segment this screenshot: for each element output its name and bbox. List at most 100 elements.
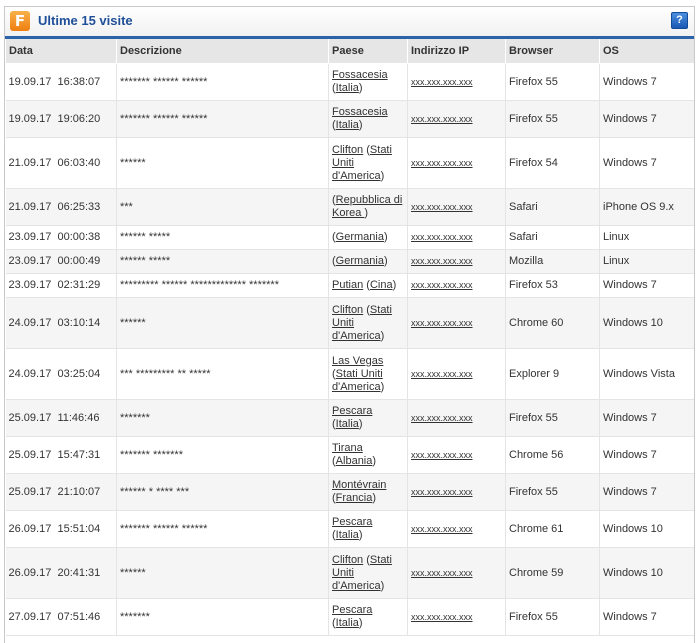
ip-cell: xxx.xxx.xxx.xxx: [407, 473, 506, 511]
country-cell: Tirana (Albania): [328, 436, 408, 474]
column-header-os[interactable]: OS: [599, 39, 694, 64]
os-cell: iPhone OS 9.x: [599, 188, 694, 226]
visit-date: 25.09.17: [8, 448, 52, 461]
visit-date: 26.09.17: [8, 566, 52, 579]
date-cell: 24.09.17 03:25:04: [5, 348, 117, 400]
city-link[interactable]: Clifton: [332, 144, 363, 156]
country-link[interactable]: Stati Uniti d'America: [332, 368, 383, 393]
city-link[interactable]: Clifton: [332, 304, 363, 316]
table-row: 19.09.17 19:06:20 ******* ****** ****** Fo…: [5, 100, 694, 138]
column-header-country[interactable]: Paese: [328, 39, 408, 64]
ip-link[interactable]: xxx.xxx.xxx.xxx: [411, 612, 473, 622]
ip-link[interactable]: xxx.xxx.xxx.xxx: [411, 318, 473, 328]
date-cell: 25.09.17 15:47:31: [5, 436, 117, 474]
country-link[interactable]: Germania: [336, 255, 384, 267]
date-cell: 21.09.17 06:25:33: [5, 188, 117, 226]
ip-link[interactable]: xxx.xxx.xxx.xxx: [411, 369, 473, 379]
ip-link[interactable]: xxx.xxx.xxx.xxx: [411, 232, 473, 242]
panel-header: F Ultime 15 visite ?: [5, 7, 694, 39]
ip-link[interactable]: xxx.xxx.xxx.xxx: [411, 77, 473, 87]
column-header-ip[interactable]: Indirizzo IP: [407, 39, 506, 64]
visit-time: 03:25:04: [57, 367, 101, 380]
paren-close: ): [380, 329, 385, 342]
help-icon[interactable]: ?: [671, 12, 688, 29]
os-cell: Windows 7: [599, 473, 694, 511]
ip-cell: xxx.xxx.xxx.xxx: [407, 63, 506, 101]
paren-close: ): [380, 169, 385, 182]
browser-cell: Firefox 55: [505, 100, 600, 138]
city-link[interactable]: Tirana: [332, 442, 363, 454]
country-link[interactable]: Cina: [370, 279, 393, 291]
city-link[interactable]: Clifton: [332, 554, 363, 566]
visit-time: 19:06:20: [57, 112, 101, 125]
ip-cell: xxx.xxx.xxx.xxx: [407, 273, 506, 298]
country-cell: Clifton (Stati Uniti d'America): [328, 297, 408, 349]
date-cell: 25.09.17 11:46:46: [5, 399, 117, 437]
visit-date: 27.09.17: [8, 610, 52, 623]
table-row: 27.09.17 07:51:46 ******* Pescara (Italia)…: [5, 598, 694, 636]
city-link[interactable]: Pescara: [332, 604, 372, 616]
os-cell: Windows 10: [599, 547, 694, 599]
table-body: 19.09.17 16:38:07 ******* ****** ****** Fo…: [5, 63, 694, 636]
column-header-browser[interactable]: Browser: [505, 39, 600, 64]
ip-link[interactable]: xxx.xxx.xxx.xxx: [411, 256, 473, 266]
description-cell: ****** *****: [116, 225, 329, 250]
browser-cell: Firefox 53: [505, 273, 600, 298]
visit-time: 11:46:46: [57, 411, 100, 424]
table-row: 21.09.17 06:03:40 ****** Clifton (Stati Un…: [5, 137, 694, 189]
city-link[interactable]: Montévrain: [332, 479, 386, 491]
city-link[interactable]: Fossacesia: [332, 106, 388, 118]
table-row: 24.09.17 03:10:14 ****** Clifton (Stati Un…: [5, 297, 694, 349]
os-cell: Windows 7: [599, 598, 694, 636]
ip-link[interactable]: xxx.xxx.xxx.xxx: [411, 568, 473, 578]
country-link[interactable]: Italia: [336, 119, 359, 131]
country-link[interactable]: Germania: [336, 231, 384, 243]
country-cell: Fossacesia (Italia): [328, 63, 408, 101]
country-link[interactable]: Italia: [336, 418, 359, 430]
visit-date: 23.09.17: [8, 231, 52, 243]
ip-link[interactable]: xxx.xxx.xxx.xxx: [411, 158, 473, 168]
browser-cell: Safari: [505, 188, 600, 226]
city-link[interactable]: Pescara: [332, 405, 372, 417]
description-cell: ******: [116, 547, 329, 599]
table-row: 26.09.17 15:51:04 ******* ****** ****** Pe…: [5, 510, 694, 548]
visit-time: 00:00:38: [57, 231, 101, 243]
city-link[interactable]: Putian: [332, 279, 363, 291]
ip-link[interactable]: xxx.xxx.xxx.xxx: [411, 202, 473, 212]
country-link[interactable]: Italia: [336, 82, 359, 94]
country-link[interactable]: Francia: [336, 492, 373, 504]
column-header-description[interactable]: Descrizione: [116, 39, 329, 64]
paren-close: ): [372, 455, 377, 467]
city-link[interactable]: Las Vegas: [332, 355, 383, 367]
browser-cell: Chrome 60: [505, 297, 600, 349]
ip-link[interactable]: xxx.xxx.xxx.xxx: [411, 280, 473, 290]
country-link[interactable]: Albania: [336, 455, 373, 467]
ip-link[interactable]: xxx.xxx.xxx.xxx: [411, 524, 473, 534]
visit-date: 24.09.17: [8, 367, 52, 380]
column-header-date[interactable]: Data: [5, 39, 117, 64]
ip-link[interactable]: xxx.xxx.xxx.xxx: [411, 114, 473, 124]
date-cell: 26.09.17 15:51:04: [5, 510, 117, 548]
ip-link[interactable]: xxx.xxx.xxx.xxx: [411, 413, 473, 423]
visit-time: 02:31:29: [57, 279, 101, 291]
country-link[interactable]: Italia: [336, 617, 359, 629]
description-cell: ******* ****** ******: [116, 510, 329, 548]
city-link[interactable]: Pescara: [332, 516, 372, 528]
country-cell: Fossacesia (Italia): [328, 100, 408, 138]
description-cell: *******: [116, 399, 329, 437]
visit-time: 20:41:31: [57, 566, 101, 579]
city-link[interactable]: Fossacesia: [332, 69, 388, 81]
visit-time: 06:03:40: [57, 156, 101, 169]
country-link[interactable]: Italia: [336, 529, 359, 541]
visit-date: 19.09.17: [8, 112, 52, 125]
ip-cell: xxx.xxx.xxx.xxx: [407, 188, 506, 226]
paren-close: ): [364, 207, 369, 219]
description-cell: ********* ****** ************* *******: [116, 273, 329, 298]
country-cell: Pescara (Italia): [328, 598, 408, 636]
browser-cell: Chrome 56: [505, 436, 600, 474]
ip-link[interactable]: xxx.xxx.xxx.xxx: [411, 487, 473, 497]
description-cell: ****** *****: [116, 249, 329, 274]
description-cell: *** ********* ** *****: [116, 348, 329, 400]
ip-link[interactable]: xxx.xxx.xxx.xxx: [411, 450, 473, 460]
browser-cell: Safari: [505, 225, 600, 250]
